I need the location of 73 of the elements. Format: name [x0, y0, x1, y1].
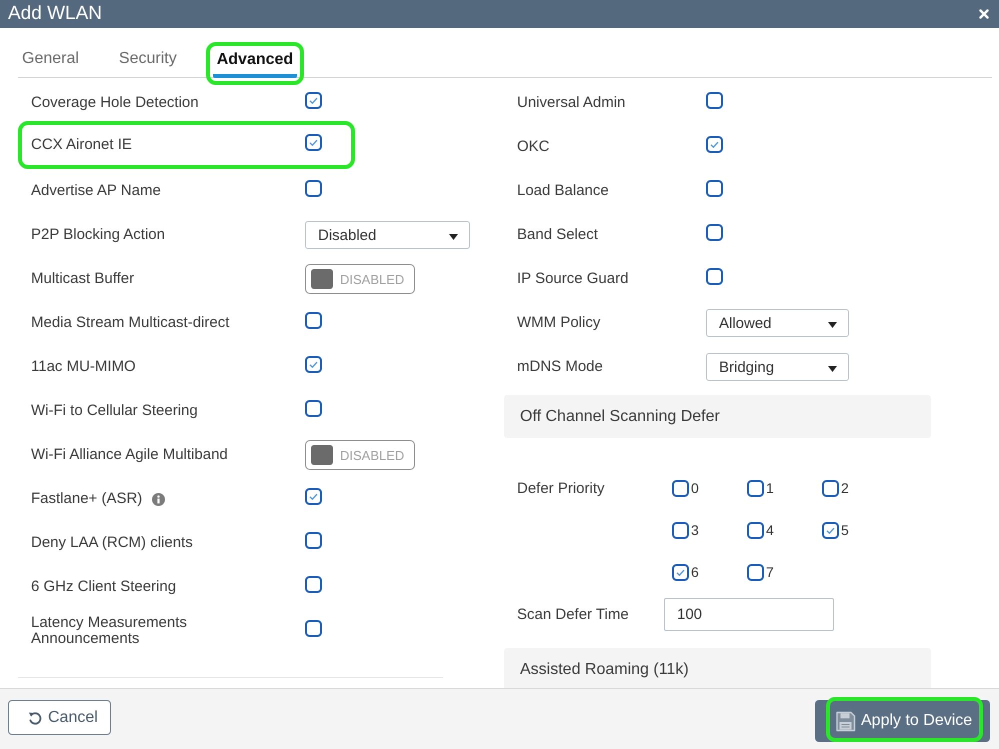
checkbox[interactable]: [706, 136, 723, 152]
tab[interactable]: General: [18, 49, 83, 77]
setting-label: Multicast Buffer: [31, 271, 134, 287]
checkbox[interactable]: [305, 92, 322, 108]
input-field[interactable]: 100: [664, 598, 834, 631]
checkbox[interactable]: [305, 134, 322, 150]
checkbox[interactable]: [672, 522, 689, 538]
checkbox[interactable]: [747, 480, 764, 496]
cancel-button[interactable]: Cancel: [8, 700, 111, 735]
undo-icon: [28, 710, 42, 724]
checkbox[interactable]: [706, 224, 723, 240]
toggle-knob: [311, 445, 333, 465]
checkbox[interactable]: [305, 356, 322, 372]
setting-label: Media Stream Multicast-direct: [31, 315, 230, 331]
dropdown[interactable]: Bridging: [706, 353, 849, 381]
setting-label: Advertise AP Name: [31, 183, 161, 199]
setting-label: Wi-Fi to Cellular Steering: [31, 403, 198, 419]
checkbox-label: 6: [691, 564, 699, 580]
dropdown[interactable]: Disabled: [305, 221, 470, 249]
dropdown[interactable]: Allowed: [706, 309, 849, 337]
setting-label: Defer Priority: [517, 481, 606, 497]
setting-label: Load Balance: [517, 183, 610, 199]
checkbox-label: 2: [841, 480, 849, 496]
setting-label: OKC: [517, 139, 551, 155]
setting-label: Fastlane+ (ASR): [31, 491, 142, 507]
setting-label: Scan Defer Time: [517, 606, 630, 622]
checkbox[interactable]: [305, 532, 322, 548]
tab[interactable]: Advanced: [212, 50, 298, 78]
setting-label: Coverage Hole Detection: [31, 95, 199, 111]
checkbox[interactable]: [305, 488, 322, 504]
setting-label: WMM Policy: [517, 315, 602, 331]
section-header: Off Channel Scanning Defer: [504, 395, 931, 438]
setting-label: 6 GHz Client Steering: [31, 579, 176, 595]
setting-label: mDNS Mode: [517, 359, 604, 375]
checkbox[interactable]: [305, 312, 322, 328]
apply-button[interactable]: Apply to Device: [815, 700, 990, 742]
setting-label: Wi-Fi Alliance Agile Multiband: [31, 447, 228, 463]
setting-label: IP Source Guard: [517, 271, 630, 287]
checkbox[interactable]: [822, 522, 839, 538]
setting-label: Latency Measurements Announcements: [31, 615, 188, 647]
checkbox[interactable]: [305, 620, 322, 636]
setting-label: P2P Blocking Action: [31, 227, 165, 243]
caret-icon: [449, 234, 458, 240]
checkbox[interactable]: [305, 400, 322, 416]
setting-label: CCX Aironet IE: [31, 137, 132, 153]
toggle-knob: [311, 269, 333, 289]
setting-label: Band Select: [517, 227, 599, 243]
checkbox[interactable]: [747, 522, 764, 538]
checkbox[interactable]: [747, 564, 764, 580]
checkbox[interactable]: [706, 180, 723, 196]
setting-label: Deny LAA (RCM) clients: [31, 535, 193, 551]
window-title: Add WLAN: [8, 3, 102, 25]
caret-icon: [828, 322, 837, 328]
section-header: Assisted Roaming (11k): [504, 648, 931, 688]
checkbox[interactable]: [822, 480, 839, 496]
checkbox[interactable]: [706, 268, 723, 284]
checkbox[interactable]: [305, 576, 322, 592]
checkbox[interactable]: [672, 564, 689, 580]
checkbox-label: 5: [841, 522, 849, 538]
close-icon[interactable]: [979, 9, 989, 19]
setting-label: Universal Admin: [517, 95, 626, 111]
checkbox-label: 7: [766, 564, 774, 580]
checkbox-label: 1: [766, 480, 774, 496]
setting-label: 11ac MU-MIMO: [31, 359, 136, 375]
checkbox-label: 0: [691, 480, 699, 496]
caret-icon: [828, 366, 837, 372]
checkbox[interactable]: [672, 480, 689, 496]
checkbox[interactable]: [305, 180, 322, 196]
checkbox-label: 4: [766, 522, 774, 538]
checkbox-label: 3: [691, 522, 699, 538]
info-icon[interactable]: [152, 492, 166, 506]
tab[interactable]: Security: [114, 49, 181, 77]
checkbox[interactable]: [706, 92, 723, 108]
